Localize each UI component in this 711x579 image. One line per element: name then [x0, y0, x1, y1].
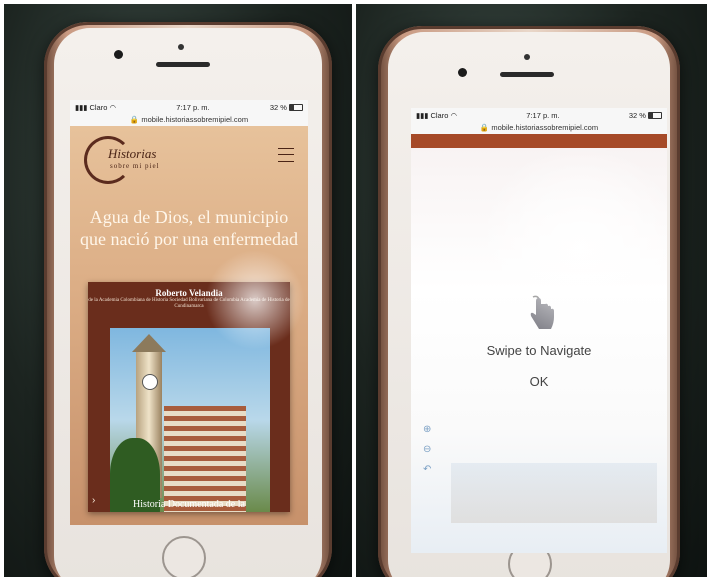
- ok-button[interactable]: OK: [521, 374, 557, 389]
- left-phone-photo: ▮▮▮ Claro ◠ 7:17 p. m. 32 % 🔒 mobile.his…: [4, 4, 352, 577]
- earpiece-speaker: [156, 62, 210, 67]
- carrier-label: ▮▮▮ Claro ◠: [75, 102, 117, 112]
- book-caption: Historia Documentada de la: [133, 499, 245, 510]
- zoom-out-icon[interactable]: ⊖: [423, 444, 431, 455]
- hamburger-icon[interactable]: [278, 148, 294, 162]
- front-camera-icon: [114, 50, 123, 59]
- book-cover-photo: [110, 328, 270, 512]
- right-phone-body: ▮▮▮ Claro ◠ 7:17 p. m. 32 % 🔒 mobile.his…: [378, 26, 680, 577]
- right-phone-photo: ▮▮▮ Claro ◠ 7:17 p. m. 32 % 🔒 mobile.his…: [356, 4, 707, 577]
- url-text: mobile.historiassobremipiel.com: [491, 123, 599, 132]
- status-bar: ▮▮▮ Claro ◠ 7:17 p. m. 32 %: [411, 108, 667, 122]
- sensor-icon: [178, 44, 184, 50]
- battery-indicator: 32 %: [270, 103, 303, 112]
- church-building: [164, 406, 246, 512]
- clock-label: 7:17 p. m.: [526, 110, 560, 120]
- battery-icon: [288, 104, 303, 112]
- front-camera-icon: [458, 68, 467, 77]
- battery-icon: [647, 112, 662, 120]
- logo-title[interactable]: Historias: [108, 146, 156, 162]
- clock-label: 7:17 p. m.: [176, 102, 210, 112]
- back-arrow-icon[interactable]: ↶: [423, 464, 431, 475]
- carrier-label: ▮▮▮ Claro ◠: [416, 110, 458, 120]
- light-glare: [205, 250, 305, 350]
- url-text: mobile.historiassobremipiel.com: [141, 115, 249, 124]
- site-header: Historias sobre mi piel: [70, 126, 308, 186]
- right-phone-screen: ▮▮▮ Claro ◠ 7:17 p. m. 32 % 🔒 mobile.his…: [411, 108, 667, 553]
- sensor-icon: [524, 54, 530, 60]
- status-bar: ▮▮▮ Claro ◠ 7:17 p. m. 32 %: [70, 100, 308, 114]
- home-button[interactable]: [162, 536, 206, 577]
- battery-indicator: 32 %: [629, 111, 662, 120]
- left-phone-screen: ▮▮▮ Claro ◠ 7:17 p. m. 32 % 🔒 mobile.his…: [70, 100, 308, 525]
- earpiece-speaker: [500, 72, 554, 77]
- chevron-right-icon[interactable]: ›: [92, 495, 95, 506]
- clock-face-icon: [142, 374, 158, 390]
- left-phone-body: ▮▮▮ Claro ◠ 7:17 p. m. 32 % 🔒 mobile.his…: [44, 22, 332, 577]
- faded-background-image: [451, 463, 657, 523]
- article-headline: Agua de Dios, el municipio que nació por…: [80, 207, 298, 249]
- zoom-in-icon[interactable]: ⊕: [423, 424, 431, 435]
- logo-subtitle: sobre mi piel: [110, 162, 160, 170]
- site-header-band: [411, 134, 667, 148]
- swipe-message: Swipe to Navigate: [486, 343, 592, 358]
